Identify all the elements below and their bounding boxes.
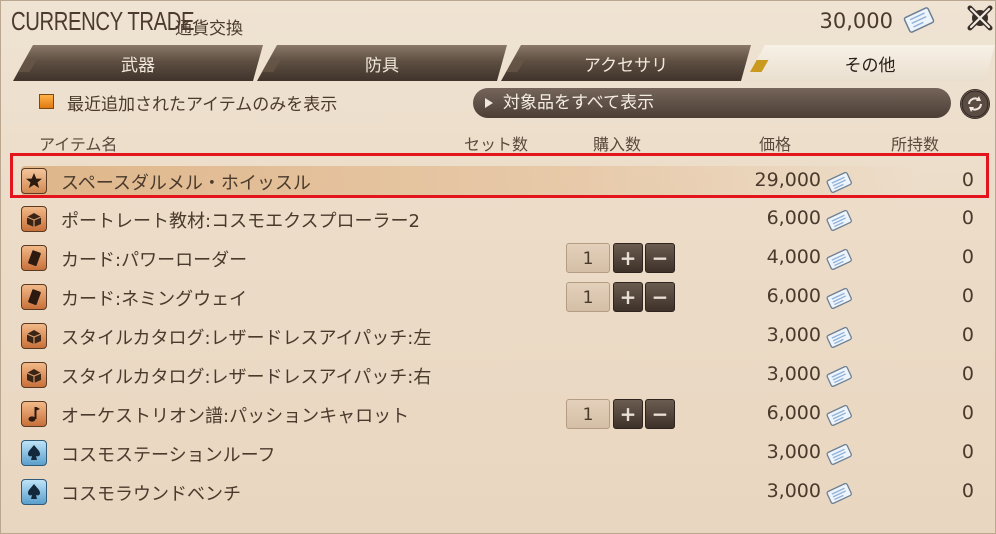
item-owned: 0 — [961, 285, 974, 307]
quantity-stepper: 1 + − — [566, 243, 676, 273]
item-owned: 0 — [961, 246, 974, 268]
currency-amount: 30,000 — [819, 9, 893, 33]
poetics-ticket-icon — [826, 365, 852, 387]
selected-item-outline — [10, 153, 989, 198]
poetics-ticket-icon — [826, 248, 852, 270]
quantity-plus-button[interactable]: + — [613, 243, 643, 273]
tab-marker-icon — [261, 60, 281, 72]
housing-spade-icon — [21, 479, 47, 505]
poetics-ticket-icon — [903, 7, 935, 33]
item-name: コスモステーションルーフ — [61, 445, 276, 466]
quantity-plus-button[interactable]: + — [613, 399, 643, 429]
item-name: オーケストリオン譜:パッションキャロット — [61, 406, 410, 427]
tab-marker-icon — [17, 60, 37, 72]
item-name: ポートレート教材:コスモエクスプローラー2 — [61, 211, 420, 232]
item-name: スタイルカタログ:レザードレスアイパッチ:右 — [61, 367, 432, 388]
item-price: 3,000 — [766, 363, 821, 385]
window-title: CURRENCY TRADE — [11, 6, 195, 36]
titlebar: CURRENCY TRADE 通貨交換 30,000 — [1, 1, 996, 45]
item-price: 6,000 — [766, 207, 821, 229]
list-item[interactable]: ポートレート教材:コスモエクスプローラー2 6,000 0 — [17, 201, 987, 237]
card-icon — [21, 245, 47, 271]
window-subtitle: 通貨交換 — [175, 19, 243, 39]
item-owned: 0 — [961, 480, 974, 502]
item-owned: 0 — [961, 402, 974, 424]
item-price: 4,000 — [766, 246, 821, 268]
item-name: コスモラウンドベンチ — [61, 484, 241, 505]
recent-only-checkbox[interactable] — [39, 94, 54, 109]
quantity-plus-button[interactable]: + — [613, 282, 643, 312]
play-icon — [485, 98, 493, 108]
item-owned: 0 — [961, 207, 974, 229]
item-price: 3,000 — [766, 441, 821, 463]
list-item[interactable]: オーケストリオン譜:パッションキャロット 1 + − 6,000 0 — [17, 396, 987, 432]
close-icon[interactable] — [965, 3, 995, 33]
item-owned: 0 — [961, 441, 974, 463]
chest-icon — [21, 206, 47, 232]
item-price: 3,000 — [766, 480, 821, 502]
poetics-ticket-icon — [826, 209, 852, 231]
quantity-minus-button[interactable]: − — [645, 399, 675, 429]
card-icon — [21, 284, 47, 310]
poetics-ticket-icon — [826, 326, 852, 348]
housing-spade-icon — [21, 440, 47, 466]
item-name: カード:パワーローダー — [61, 250, 248, 271]
list-item[interactable]: コスモラウンドベンチ 3,000 0 — [17, 474, 987, 510]
tab-label: 武器 — [121, 55, 155, 76]
tab-armor[interactable]: 防具 — [257, 45, 507, 81]
list-item[interactable]: コスモステーションルーフ 3,000 0 — [17, 435, 987, 471]
quantity-stepper: 1 + − — [566, 399, 676, 429]
list-item[interactable]: カード:パワーローダー 1 + − 4,000 0 — [17, 240, 987, 276]
quantity-minus-button[interactable]: − — [645, 282, 675, 312]
refresh-icon[interactable] — [961, 90, 989, 118]
currency-trade-window: CURRENCY TRADE 通貨交換 30,000 武器 防具 アクセサリ そ… — [0, 0, 996, 534]
category-tabs: 武器 防具 アクセサリ その他 — [13, 45, 995, 83]
list-item[interactable]: カード:ネミングウェイ 1 + − 6,000 0 — [17, 279, 987, 315]
quantity-input[interactable]: 1 — [566, 282, 610, 312]
quantity-input[interactable]: 1 — [566, 399, 610, 429]
item-owned: 0 — [961, 363, 974, 385]
item-price: 6,000 — [766, 402, 821, 424]
music-note-icon — [21, 401, 47, 427]
item-list: スペースダルメル・ホイッスル 29,000 0 ポートレート教材:コスモエクスプ… — [1, 149, 996, 529]
item-price: 3,000 — [766, 324, 821, 346]
poetics-ticket-icon — [826, 482, 852, 504]
show-all-button[interactable]: 対象品をすべて表示 — [473, 88, 951, 118]
chest-icon — [21, 362, 47, 388]
tab-label: アクセサリ — [583, 55, 669, 76]
tab-label: その他 — [844, 55, 896, 76]
quantity-minus-button[interactable]: − — [645, 243, 675, 273]
tab-weapons[interactable]: 武器 — [13, 45, 263, 81]
poetics-ticket-icon — [826, 443, 852, 465]
list-item[interactable]: スタイルカタログ:レザードレスアイパッチ:左 3,000 0 — [17, 318, 987, 354]
item-owned: 0 — [961, 324, 974, 346]
item-name: カード:ネミングウェイ — [61, 289, 248, 310]
quantity-input[interactable]: 1 — [566, 243, 610, 273]
quantity-stepper: 1 + − — [566, 282, 676, 312]
item-name: スタイルカタログ:レザードレスアイパッチ:左 — [61, 328, 432, 349]
poetics-ticket-icon — [826, 287, 852, 309]
poetics-ticket-icon — [826, 404, 852, 426]
tab-accessories[interactable]: アクセサリ — [501, 45, 751, 81]
list-item[interactable]: スタイルカタログ:レザードレスアイパッチ:右 3,000 0 — [17, 357, 987, 393]
show-all-label: 対象品をすべて表示 — [503, 93, 655, 113]
filter-row: 最近追加されたアイテムのみを表示 対象品をすべて表示 — [1, 86, 996, 120]
tab-marker-icon — [505, 60, 525, 72]
tab-other[interactable]: その他 — [745, 45, 995, 81]
tab-marker-icon — [749, 60, 769, 72]
chest-icon — [21, 323, 47, 349]
item-price: 6,000 — [766, 285, 821, 307]
recent-only-label: 最近追加されたアイテムのみを表示 — [67, 95, 338, 115]
tab-label: 防具 — [365, 55, 399, 76]
